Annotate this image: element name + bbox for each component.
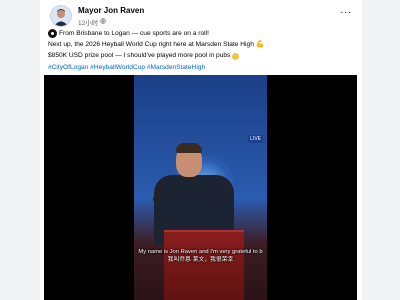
more-options-button[interactable]: ··· (338, 8, 354, 19)
hashtags[interactable]: #CityOfLogan #HeyballWorldCup #MarsdenSt… (48, 62, 348, 73)
hashtags-text[interactable]: #CityOfLogan #HeyballWorldCup #MarsdenSt… (48, 62, 205, 73)
live-badge: LIVE (248, 135, 263, 143)
speaker-hair (176, 143, 202, 153)
podium (164, 230, 244, 300)
author-name[interactable]: Mayor Jon Raven (78, 6, 144, 15)
video-caption: My name is Jon Raven and I'm very gratef… (134, 248, 267, 264)
post-line-3: $850K USD prize pool — I should've playe… (48, 50, 348, 61)
avatar[interactable] (50, 5, 72, 27)
video-player[interactable]: LIVE My name is Jon Raven and I'm very g… (44, 75, 357, 300)
post-text-line-2: Next up, the 2026 Heyball World Cup righ… (48, 41, 254, 49)
post-line-2: Next up, the 2026 Heyball World Cup righ… (48, 39, 348, 50)
caption-chinese: 我叫乔恩·莱文，我很荣幸 (167, 257, 234, 263)
smiling-face-icon (232, 52, 240, 60)
video-frame[interactable]: LIVE My name is Jon Raven and I'm very g… (134, 75, 267, 300)
pool-ball-icon (48, 29, 57, 39)
post-header: Mayor Jon Raven 12小时 ··· (48, 5, 358, 29)
avatar-image (51, 6, 71, 26)
post-card: Mayor Jon Raven 12小时 ··· From Brisbane t… (40, 0, 362, 300)
post-timestamp[interactable]: 12小时 (78, 17, 98, 27)
flexed-bicep-icon: 💪 (255, 41, 265, 49)
globe-icon (100, 18, 106, 26)
post-text-line-3: $850K USD prize pool — I should've playe… (48, 52, 231, 60)
post-body: From Brisbane to Logan — cue sports are … (48, 28, 348, 73)
post-line-1: From Brisbane to Logan — cue sports are … (48, 28, 348, 39)
post-text-line-1: From Brisbane to Logan — cue sports are … (59, 30, 209, 37)
post-meta: 12小时 (78, 17, 106, 27)
caption-english: My name is Jon Raven and I'm very gratef… (138, 249, 263, 255)
